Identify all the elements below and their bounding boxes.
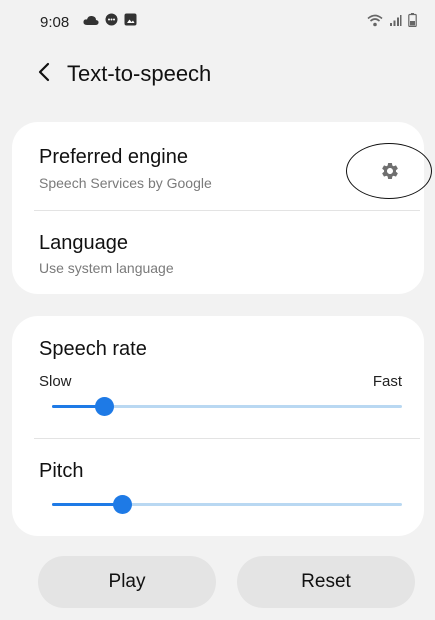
- language-item[interactable]: Language Use system language: [12, 211, 424, 294]
- chat-bubble-icon: [105, 13, 118, 31]
- preferred-engine-subtitle: Speech Services by Google: [39, 175, 212, 191]
- gear-icon: [380, 161, 400, 186]
- slider-thumb[interactable]: [112, 495, 132, 514]
- status-time: 9:08: [40, 14, 70, 31]
- back-button[interactable]: [30, 60, 58, 88]
- app-header: Text-to-speech: [0, 52, 435, 96]
- slider-thumb[interactable]: [95, 397, 114, 416]
- speech-rate-title: Speech rate: [39, 338, 147, 360]
- speech-rate-min-label: Slow: [39, 373, 72, 390]
- status-right-icons: [367, 13, 417, 32]
- status-left-icons: [83, 13, 137, 31]
- play-button[interactable]: Play: [38, 556, 216, 608]
- preferred-engine-title: Preferred engine: [39, 146, 188, 168]
- speech-settings-card: Speech rate Slow Fast Pitch: [12, 316, 424, 536]
- wifi-icon: [367, 14, 383, 32]
- signal-icon: [389, 14, 402, 32]
- pitch-slider[interactable]: [52, 493, 402, 517]
- speech-rate-max-label: Fast: [372, 373, 402, 390]
- reset-button[interactable]: Reset: [237, 556, 415, 608]
- status-bar: 9:08: [0, 0, 435, 44]
- divider: [34, 438, 420, 439]
- engine-settings-button[interactable]: [346, 143, 432, 199]
- language-subtitle: Use system language: [39, 260, 174, 276]
- page-title: Text-to-speech: [67, 61, 212, 86]
- cloud-icon: [83, 13, 99, 31]
- speech-rate-slider[interactable]: [52, 395, 402, 419]
- gallery-icon: [124, 13, 137, 31]
- chevron-left-icon: [38, 62, 50, 87]
- language-title: Language: [39, 232, 128, 254]
- engine-settings-card: Preferred engine Speech Services by Goog…: [12, 122, 432, 294]
- pitch-title: Pitch: [39, 460, 84, 482]
- battery-icon: [408, 13, 417, 32]
- slider-fill: [52, 503, 122, 506]
